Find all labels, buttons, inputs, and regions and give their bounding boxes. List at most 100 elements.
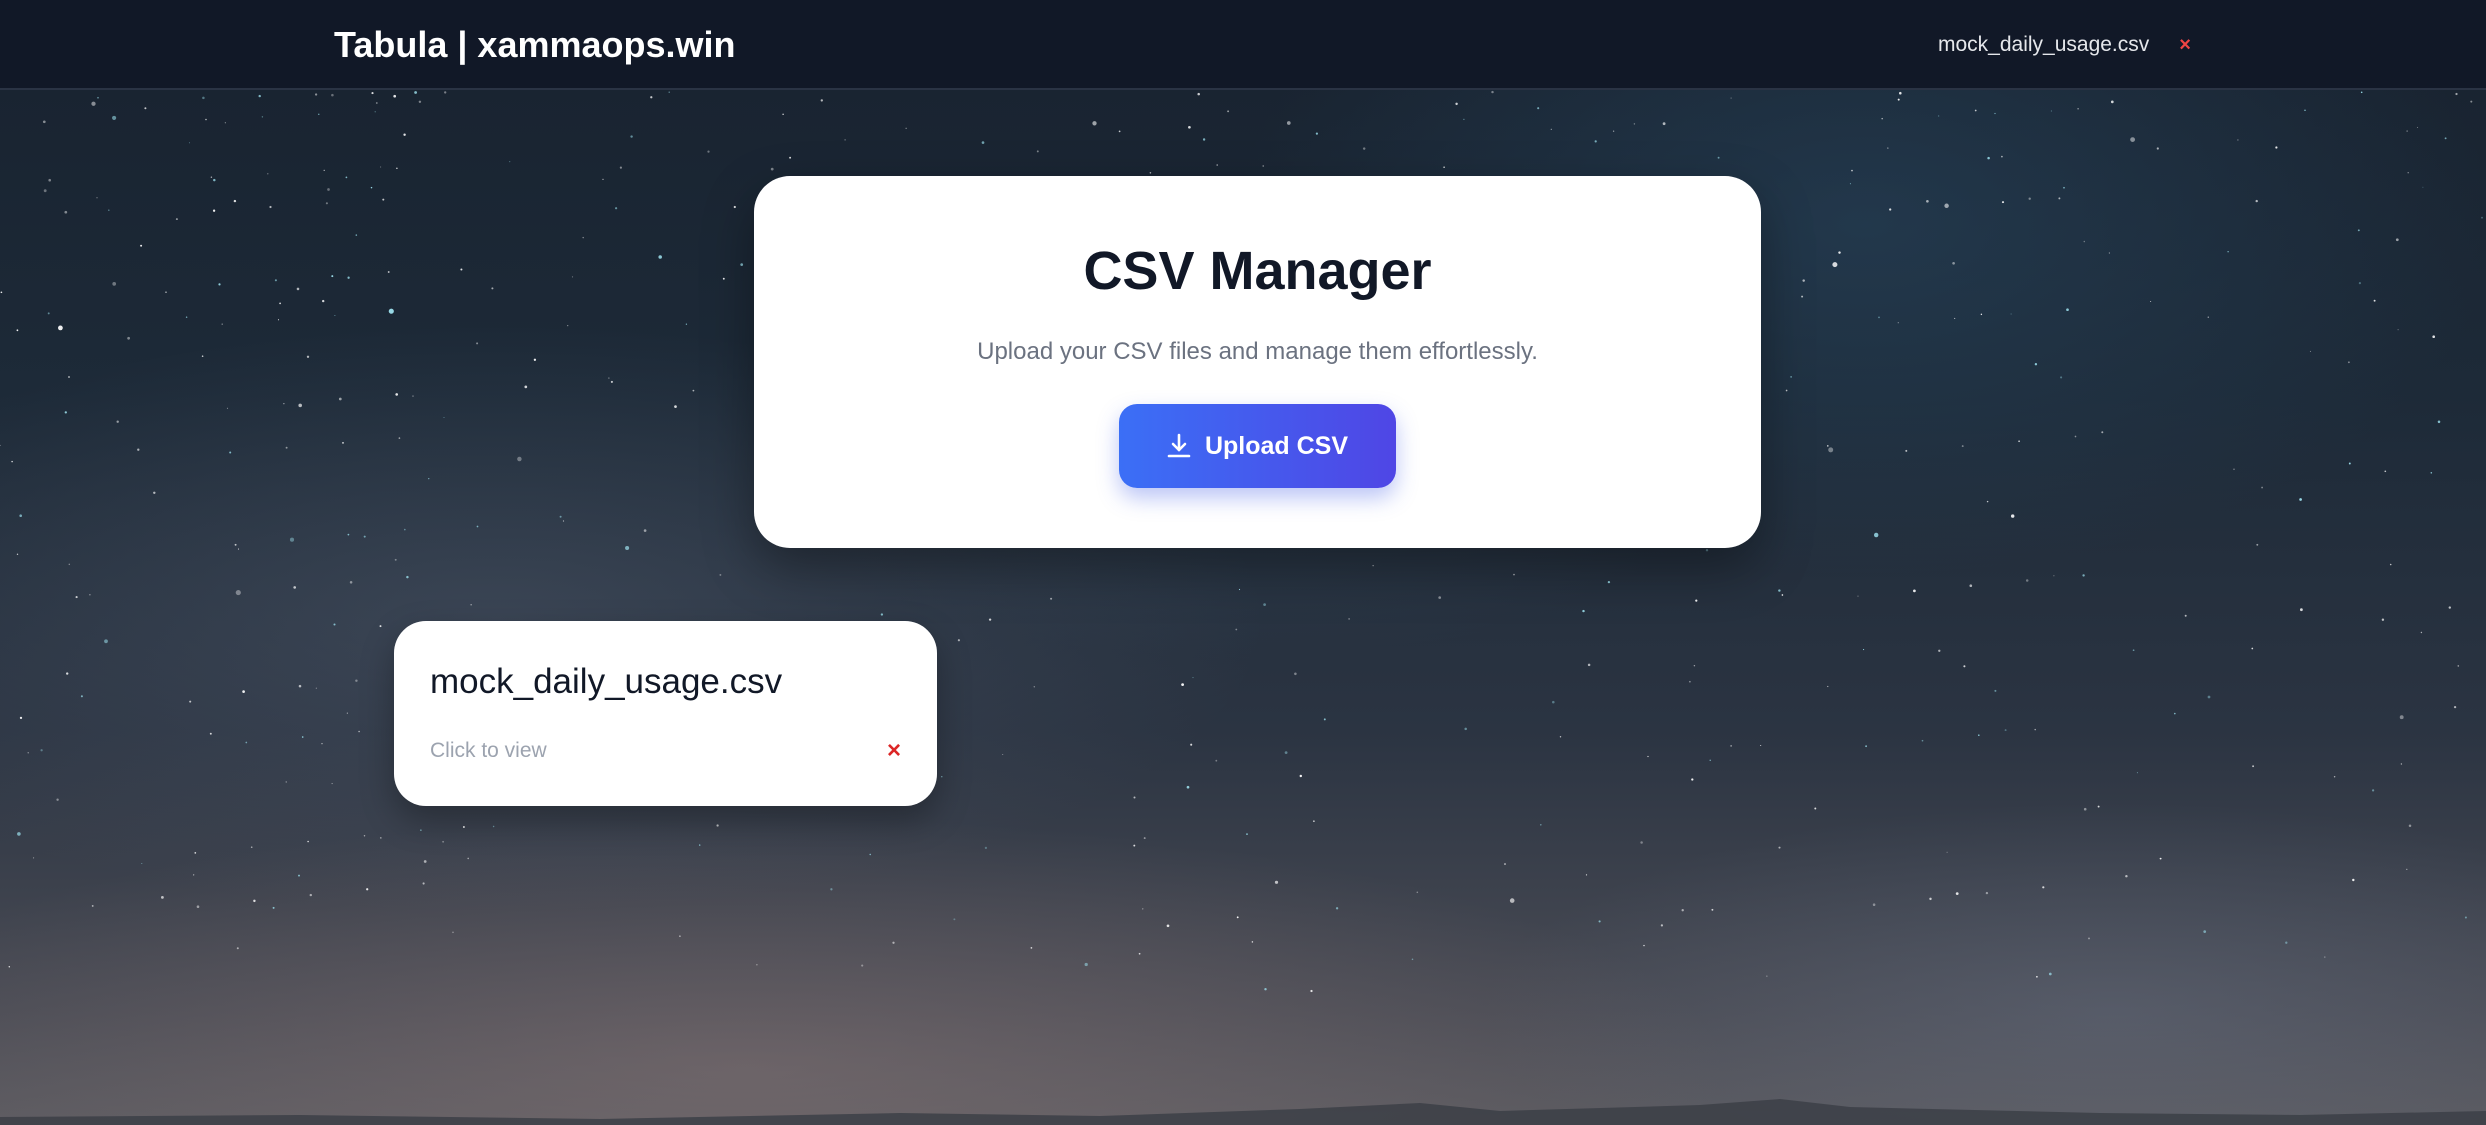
star xyxy=(1693,664,1696,667)
star xyxy=(1215,759,1218,762)
star xyxy=(33,857,35,859)
star xyxy=(2406,130,2408,132)
star xyxy=(2389,563,2392,566)
star xyxy=(43,189,47,193)
file-card-hint: Click to view xyxy=(430,739,547,762)
star xyxy=(1299,774,1303,778)
star xyxy=(234,543,237,546)
star xyxy=(941,776,943,778)
star xyxy=(11,460,13,463)
star xyxy=(1186,785,1190,789)
star xyxy=(1689,680,1691,683)
star xyxy=(96,197,98,199)
star xyxy=(1348,618,1350,620)
star xyxy=(422,882,425,885)
star xyxy=(1938,649,1941,652)
star xyxy=(1994,689,1997,692)
star xyxy=(442,840,445,843)
star xyxy=(1790,376,1792,378)
star xyxy=(2481,216,2483,219)
star xyxy=(562,520,565,522)
star xyxy=(209,732,212,735)
star xyxy=(1926,199,1929,203)
star xyxy=(1238,588,1241,591)
star xyxy=(331,783,333,785)
star xyxy=(161,896,164,899)
upload-csv-button[interactable]: Upload CSV xyxy=(1119,404,1396,488)
star xyxy=(233,199,237,203)
star xyxy=(2156,147,2159,150)
star xyxy=(2464,916,2467,919)
star xyxy=(298,403,302,408)
star xyxy=(905,127,907,129)
star xyxy=(674,405,677,408)
star xyxy=(2001,201,2005,204)
star xyxy=(462,826,465,828)
star xyxy=(40,749,43,752)
star xyxy=(236,947,239,950)
star xyxy=(1284,751,1288,754)
star xyxy=(253,899,256,903)
star xyxy=(1946,851,1948,853)
star xyxy=(358,730,360,733)
star xyxy=(153,491,156,495)
delete-file-icon[interactable]: × xyxy=(887,737,901,765)
star xyxy=(2384,470,2387,473)
star xyxy=(1286,121,1291,125)
star xyxy=(201,355,204,357)
star xyxy=(58,325,63,331)
star xyxy=(323,169,325,172)
open-file-tab-label[interactable]: mock_daily_usage.csv xyxy=(1938,33,2149,57)
star xyxy=(2371,789,2375,792)
close-file-tab-icon[interactable]: × xyxy=(2179,35,2191,55)
star xyxy=(193,874,195,876)
star xyxy=(2455,92,2458,96)
star xyxy=(470,604,472,606)
file-card[interactable]: mock_daily_usage.csv Click to view × xyxy=(394,621,937,806)
star xyxy=(610,380,613,383)
star xyxy=(1133,796,1136,799)
star xyxy=(869,853,871,856)
star xyxy=(202,96,205,100)
star xyxy=(1828,447,1834,453)
star xyxy=(733,205,736,209)
star xyxy=(355,679,358,682)
star xyxy=(619,166,622,169)
star xyxy=(1315,132,1318,135)
star xyxy=(1181,683,1184,686)
star xyxy=(418,100,422,104)
star xyxy=(1986,500,1989,503)
star xyxy=(420,829,422,831)
star xyxy=(2036,975,2038,978)
star xyxy=(296,287,300,291)
star xyxy=(782,113,784,115)
star xyxy=(47,312,50,315)
star xyxy=(370,186,373,189)
star xyxy=(2184,614,2187,617)
star xyxy=(289,537,295,542)
star xyxy=(1691,778,1694,781)
star xyxy=(2082,574,2085,577)
star xyxy=(1872,903,1876,906)
star xyxy=(1801,295,1804,298)
star xyxy=(2373,299,2376,302)
star xyxy=(1149,172,1152,174)
star xyxy=(2132,649,2135,652)
star xyxy=(1887,147,1889,149)
star xyxy=(953,918,956,921)
star xyxy=(2018,440,2020,443)
star xyxy=(1166,924,1170,928)
star xyxy=(331,93,334,97)
star xyxy=(301,736,304,738)
star xyxy=(1050,597,1053,600)
star xyxy=(327,188,330,191)
star xyxy=(380,166,382,168)
star xyxy=(283,403,285,405)
star xyxy=(2083,807,2087,811)
star xyxy=(1190,743,1193,746)
star xyxy=(1905,449,1908,452)
star xyxy=(2110,100,2114,104)
star xyxy=(476,525,479,528)
star xyxy=(112,282,117,286)
star xyxy=(274,279,277,282)
